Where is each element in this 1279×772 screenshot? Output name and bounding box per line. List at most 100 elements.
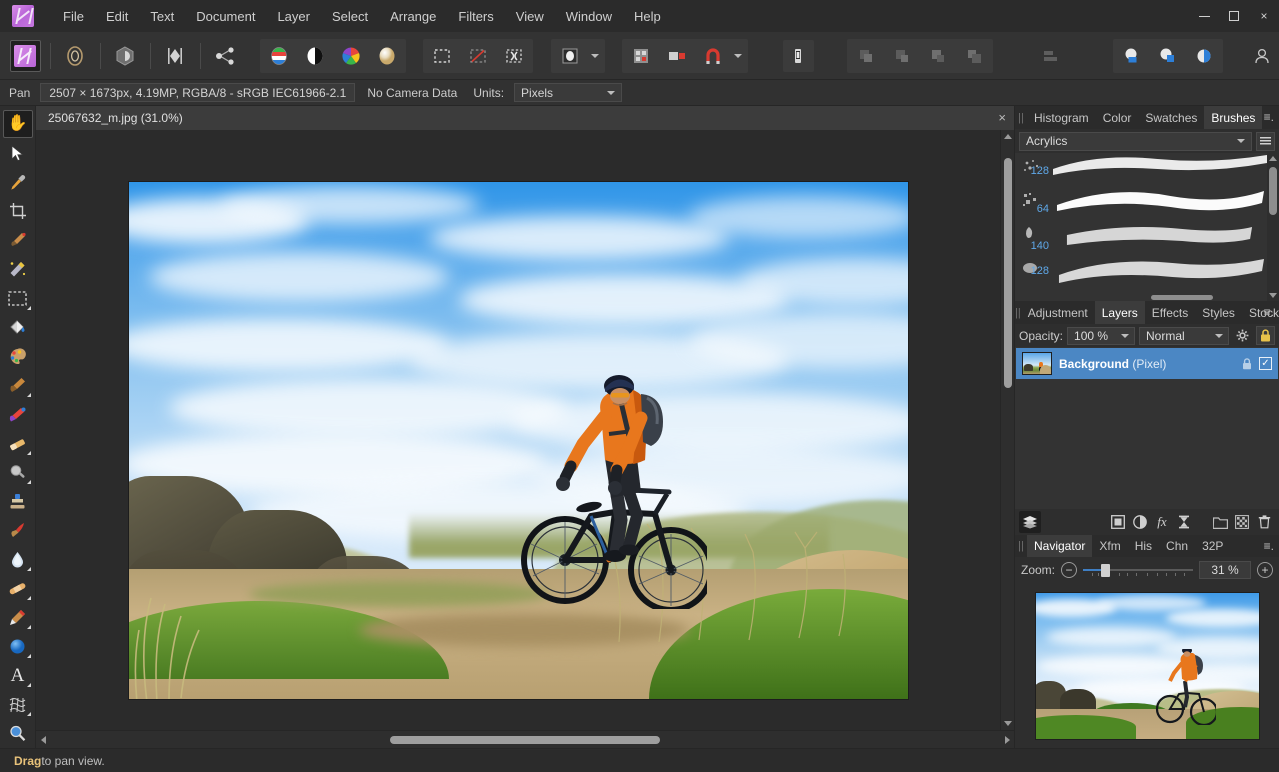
- menu-window[interactable]: Window: [555, 3, 623, 30]
- mask-chevron-down-icon[interactable]: [590, 53, 599, 58]
- brush-stroke-preview[interactable]: [1053, 217, 1267, 251]
- delete-layer-button[interactable]: [1253, 511, 1275, 533]
- panel-menu-icon[interactable]: ≡.: [1264, 539, 1274, 553]
- brush-vscroll-thumb[interactable]: [1269, 167, 1277, 215]
- zoom-slider-knob[interactable]: [1101, 564, 1111, 577]
- zoom-value[interactable]: 31 %: [1199, 561, 1251, 579]
- tool-crop[interactable]: [3, 197, 33, 225]
- export-persona-button[interactable]: [210, 40, 241, 72]
- assistant-button[interactable]: [782, 39, 814, 72]
- zoom-in-button[interactable]: +: [1257, 562, 1273, 578]
- tool-flood-select[interactable]: [3, 255, 33, 283]
- scroll-up-icon[interactable]: [1004, 134, 1012, 139]
- layer-effects-button[interactable]: fx: [1151, 511, 1173, 533]
- tool-colour-picker[interactable]: [3, 168, 33, 196]
- boolean-intersect-button[interactable]: [1188, 40, 1220, 72]
- move-first-button[interactable]: [850, 40, 882, 72]
- menu-edit[interactable]: Edit: [95, 3, 139, 30]
- tab-color[interactable]: Color: [1096, 106, 1139, 129]
- brush-list-vscrollbar[interactable]: [1267, 153, 1279, 301]
- minimize-button[interactable]: [1189, 0, 1219, 32]
- magnet-button[interactable]: [697, 40, 729, 72]
- liquify-persona-button[interactable]: [60, 40, 91, 72]
- color-wheel-button[interactable]: [335, 40, 367, 72]
- panel-menu-icon[interactable]: ≡.: [1264, 305, 1274, 319]
- menu-help[interactable]: Help: [623, 3, 672, 30]
- canvas-photo[interactable]: [128, 182, 908, 699]
- scroll-down-icon[interactable]: [1269, 293, 1277, 298]
- adjustment-layer-button[interactable]: [1129, 511, 1151, 533]
- tool-blur-brush[interactable]: [3, 545, 33, 573]
- mask-layer-button[interactable]: [1107, 511, 1129, 533]
- units-select[interactable]: Pixels: [514, 83, 623, 102]
- vertical-scroll-thumb[interactable]: [1004, 158, 1012, 388]
- new-group-button[interactable]: [1209, 511, 1231, 533]
- brush-category-select[interactable]: Acrylics: [1019, 131, 1252, 151]
- canvas-vertical-scrollbar[interactable]: [1000, 130, 1014, 730]
- opacity-select[interactable]: 100 %: [1067, 326, 1136, 345]
- layer-row-background[interactable]: Background (Pixel) ✓: [1016, 348, 1278, 379]
- tool-artistic-text[interactable]: A: [3, 661, 33, 689]
- panel-menu-icon[interactable]: ≡.: [1264, 110, 1274, 124]
- document-tab[interactable]: 25067632_m.jpg (31.0%): [36, 106, 1014, 130]
- menu-layer[interactable]: Layer: [266, 3, 321, 30]
- tool-inpainting-brush[interactable]: [3, 516, 33, 544]
- tab-effects[interactable]: Effects: [1145, 301, 1195, 324]
- tab-swatches[interactable]: Swatches: [1138, 106, 1204, 129]
- tone-mapping-persona-button[interactable]: [160, 40, 191, 72]
- tool-colour-replacement[interactable]: [3, 400, 33, 428]
- brush-list[interactable]: 128 64 140 128: [1015, 153, 1279, 301]
- mask-button-group[interactable]: [550, 38, 605, 73]
- boolean-subtract-button[interactable]: [1152, 40, 1184, 72]
- tab-32p[interactable]: 32P: [1195, 535, 1230, 557]
- tool-view-pan[interactable]: ✋: [2, 110, 33, 139]
- deselect-button[interactable]: [462, 40, 494, 72]
- menu-view[interactable]: View: [505, 3, 555, 30]
- tool-flood-fill[interactable]: [3, 313, 33, 341]
- tab-adjustment[interactable]: Adjustment: [1021, 301, 1095, 324]
- grid-button[interactable]: [625, 40, 657, 72]
- live-filter-button[interactable]: [1173, 511, 1195, 533]
- menu-select[interactable]: Select: [321, 3, 379, 30]
- move-backward-button[interactable]: [922, 40, 954, 72]
- tab-xfm[interactable]: Xfm: [1092, 535, 1127, 557]
- account-button[interactable]: [1246, 40, 1277, 72]
- tool-pen[interactable]: [3, 603, 33, 631]
- move-forward-button[interactable]: [886, 40, 918, 72]
- gradient-button[interactable]: [371, 40, 403, 72]
- zoom-slider[interactable]: [1083, 563, 1193, 577]
- tab-chn[interactable]: Chn: [1159, 535, 1195, 557]
- tool-shape-ellipse[interactable]: [3, 632, 33, 660]
- tab-styles[interactable]: Styles: [1195, 301, 1242, 324]
- menu-arrange[interactable]: Arrange: [379, 3, 447, 30]
- navigator-thumbnail[interactable]: [1034, 591, 1260, 740]
- brush-stroke-preview[interactable]: [1053, 153, 1267, 183]
- brush-hscroll-thumb[interactable]: [1151, 295, 1213, 300]
- scroll-down-icon[interactable]: [1004, 721, 1012, 726]
- scroll-left-button[interactable]: [36, 731, 50, 748]
- layers-list[interactable]: Background (Pixel) ✓: [1015, 347, 1279, 509]
- tool-mesh-warp[interactable]: [3, 690, 33, 718]
- brush-stroke-preview[interactable]: [1053, 183, 1267, 217]
- canvas-horizontal-scrollbar[interactable]: [36, 730, 1014, 748]
- scroll-right-button[interactable]: [1000, 731, 1014, 748]
- close-button[interactable]: ×: [1249, 0, 1279, 32]
- panel-grip-icon[interactable]: ||: [1015, 535, 1027, 557]
- layer-settings-button[interactable]: [1233, 326, 1252, 345]
- brush-list-hscrollbar[interactable]: [1091, 294, 1255, 301]
- menu-text[interactable]: Text: [139, 3, 185, 30]
- layer-visibility-checkbox[interactable]: ✓: [1259, 357, 1272, 370]
- tool-zoom[interactable]: [3, 719, 33, 747]
- channels-button[interactable]: [263, 40, 295, 72]
- contrast-button[interactable]: [299, 40, 331, 72]
- tool-patch[interactable]: [3, 574, 33, 602]
- scroll-up-icon[interactable]: [1269, 156, 1277, 161]
- horizontal-scroll-track[interactable]: [50, 731, 1000, 748]
- canvas-viewport[interactable]: [36, 130, 1000, 730]
- menu-file[interactable]: File: [52, 3, 95, 30]
- zoom-out-button[interactable]: −: [1061, 562, 1078, 578]
- layer-lock-icon[interactable]: [1242, 357, 1252, 370]
- magnet-chevron-down-icon[interactable]: [734, 53, 743, 58]
- layer-lock-button[interactable]: [1256, 326, 1276, 345]
- tool-selection-brush[interactable]: [3, 226, 33, 254]
